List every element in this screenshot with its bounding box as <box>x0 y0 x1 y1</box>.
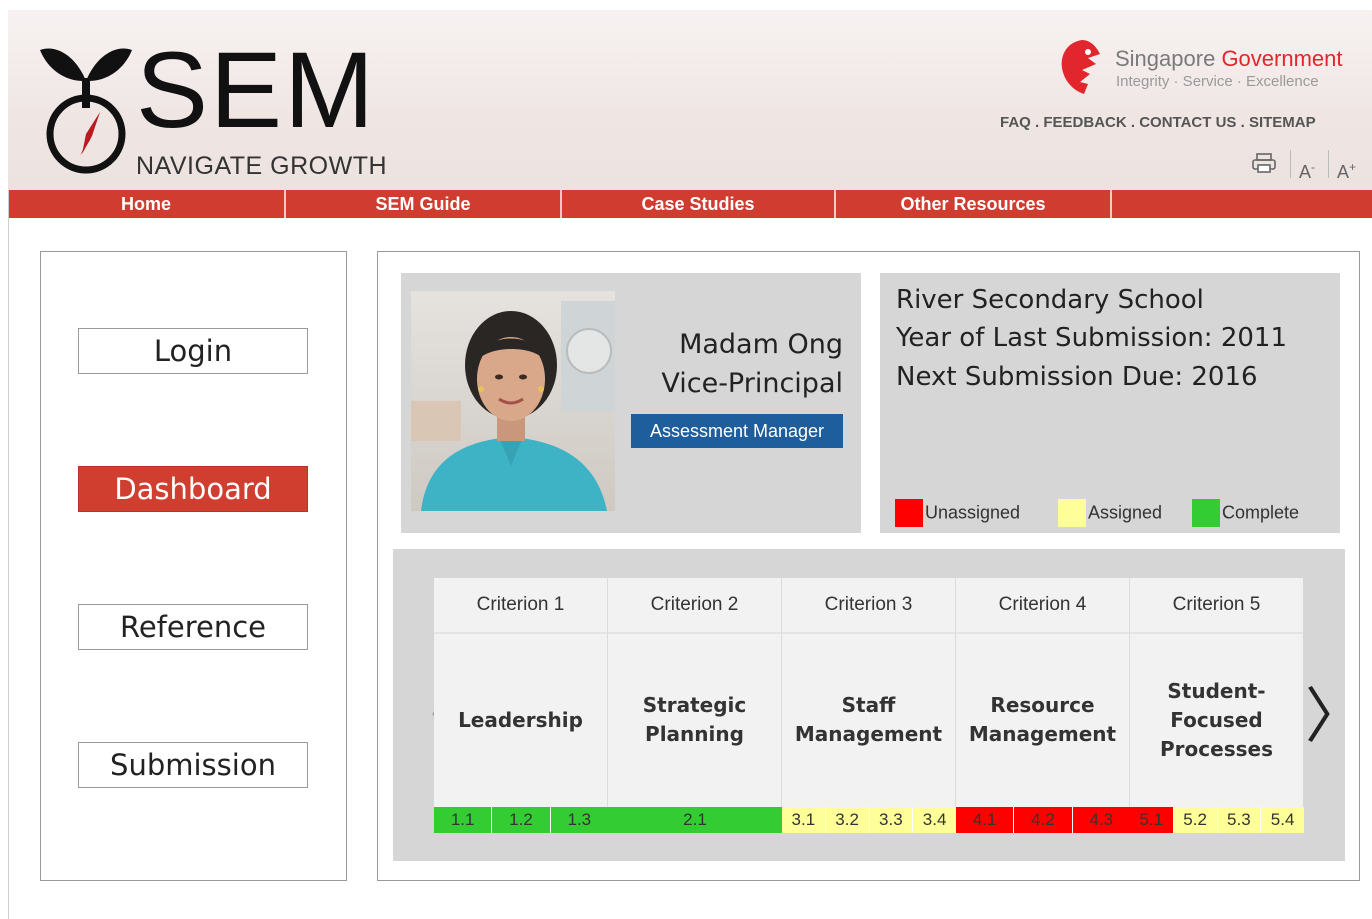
nav-home[interactable]: Home <box>8 190 286 218</box>
decrease-font-mark: - <box>1311 160 1316 174</box>
tool-divider <box>1328 150 1329 178</box>
criterion-header: Criterion 4 <box>956 578 1129 634</box>
criterion-name[interactable]: Student- Focused Processes <box>1130 634 1303 806</box>
sub-criterion-unassigned[interactable]: 4.2 <box>1014 807 1073 833</box>
criterion-name[interactable]: Resource Management <box>956 634 1129 806</box>
sub-criteria-status-bar: 5.1 5.2 5.3 5.4 <box>1130 807 1304 833</box>
increase-font-mark: + <box>1349 160 1357 174</box>
criterion-column: Criterion 5 Student- Focused Processes 5.1… <box>1130 578 1304 833</box>
criterion-header: Criterion 2 <box>608 578 781 634</box>
logo-wordmark: SEM <box>136 29 377 150</box>
criteria-carousel: 〈 Criterion 1 Leadership 1.1 1.2 1.3 Criterio… <box>393 549 1365 861</box>
school-name: River Secondary School <box>896 285 1204 315</box>
sub-criteria-status-bar: 3.1 3.2 3.3 3.4 <box>782 807 956 833</box>
person-title: Vice-Principal <box>661 368 843 399</box>
sub-criterion-unassigned[interactable]: 4.3 <box>1072 807 1130 833</box>
legend-complete: Complete <box>1192 499 1299 527</box>
sub-criterion-assigned[interactable]: 5.3 <box>1217 807 1262 833</box>
next-submission-due: Next Submission Due: 2016 <box>896 362 1258 392</box>
faq-link[interactable]: FAQ <box>1000 114 1031 131</box>
legend-swatch-green <box>1192 499 1220 527</box>
school-info-card: River Secondary School Year of Last Subm… <box>880 273 1340 533</box>
dashboard-panel: Madam Ong Vice-Principal Assessment Mana… <box>377 251 1365 881</box>
sub-criterion-complete[interactable]: 1.1 <box>434 807 493 833</box>
nav-empty-slot <box>1112 190 1372 218</box>
link-separator: . <box>1240 114 1245 131</box>
contact-us-link[interactable]: CONTACT US <box>1139 114 1236 131</box>
government-tagline: Integrity · Service · Excellence <box>1116 73 1319 90</box>
sub-criterion-complete[interactable]: 2.1 <box>608 807 782 833</box>
government-name-part-2: Government <box>1221 46 1343 71</box>
reference-button[interactable]: Reference <box>78 604 308 650</box>
chevron-right-icon[interactable]: 〉 <box>1305 687 1365 747</box>
criterion-header: Criterion 5 <box>1130 578 1303 634</box>
government-name: Singapore Government <box>1115 46 1343 72</box>
criteria-grid: Criterion 1 Leadership 1.1 1.2 1.3 Criterion … <box>434 578 1305 833</box>
profile-photo <box>411 291 615 511</box>
singapore-lion-head-icon <box>1061 40 1100 94</box>
criterion-column: Criterion 3 Staff Management 3.1 3.2 3.3 3.4 <box>782 578 956 833</box>
role-badge: Assessment Manager <box>631 414 843 448</box>
government-name-part-1: Singapore <box>1115 46 1216 71</box>
utility-links: FAQ . FEEDBACK . CONTACT US . SITEMAP <box>1000 114 1316 131</box>
legend-swatch-red <box>895 499 923 527</box>
sub-criterion-assigned[interactable]: 5.4 <box>1261 807 1304 833</box>
person-name: Madam Ong <box>679 329 843 360</box>
sub-criteria-status-bar: 1.1 1.2 1.3 <box>434 807 608 833</box>
sub-criterion-assigned[interactable]: 3.4 <box>913 807 956 833</box>
main-navigation: Home SEM Guide Case Studies Other Resour… <box>8 190 1372 218</box>
printer-icon[interactable] <box>1251 152 1277 174</box>
legend-unassigned: Unassigned <box>895 499 1020 527</box>
nav-sem-guide[interactable]: SEM Guide <box>286 190 562 218</box>
sub-criterion-assigned[interactable]: 3.3 <box>869 807 914 833</box>
login-button[interactable]: Login <box>78 328 308 374</box>
criterion-name[interactable]: Strategic Planning <box>608 634 781 806</box>
decrease-font-size-button[interactable]: A- <box>1299 160 1315 183</box>
sem-compass-logo-icon <box>40 48 132 174</box>
submission-button[interactable]: Submission <box>78 742 308 788</box>
profile-card: Madam Ong Vice-Principal Assessment Mana… <box>401 273 861 533</box>
sub-criteria-status-bar: 4.1 4.2 4.3 <box>956 807 1130 833</box>
profile-portrait-illustration <box>411 301 615 511</box>
nav-other-resources[interactable]: Other Resources <box>836 190 1112 218</box>
sub-criterion-unassigned[interactable]: 5.1 <box>1130 807 1174 833</box>
site-header: SEM NAVIGATE GROWTH Singapore Government… <box>8 10 1372 190</box>
tool-divider <box>1290 150 1291 178</box>
sub-criterion-complete[interactable]: 1.3 <box>550 807 608 833</box>
sub-criterion-unassigned[interactable]: 4.1 <box>956 807 1015 833</box>
legend-assigned: Assigned <box>1058 499 1162 527</box>
criterion-name[interactable]: Staff Management <box>782 634 955 806</box>
last-submission-year: Year of Last Submission: 2011 <box>896 323 1287 353</box>
sub-criterion-assigned[interactable]: 3.2 <box>825 807 870 833</box>
legend-label: Assigned <box>1088 502 1163 523</box>
legend-swatch-yellow <box>1058 499 1086 527</box>
criterion-name[interactable]: Leadership <box>434 634 607 806</box>
criterion-header: Criterion 1 <box>434 578 607 634</box>
sitemap-link[interactable]: SITEMAP <box>1249 114 1316 131</box>
logo-tagline: NAVIGATE GROWTH <box>136 152 388 180</box>
sub-criteria-status-bar: 2.1 <box>608 807 782 833</box>
link-separator: . <box>1130 114 1136 131</box>
increase-font-letter: A <box>1337 162 1350 182</box>
nav-case-studies[interactable]: Case Studies <box>562 190 836 218</box>
criterion-header: Criterion 3 <box>782 578 955 634</box>
sub-criterion-assigned[interactable]: 5.2 <box>1173 807 1218 833</box>
sidebar: Login Dashboard Reference Submission <box>40 251 347 881</box>
page-left-border <box>8 190 9 919</box>
increase-font-size-button[interactable]: A+ <box>1337 160 1356 183</box>
criterion-column: Criterion 4 Resource Management 4.1 4.2 4.3 <box>956 578 1130 833</box>
criterion-column: Criterion 1 Leadership 1.1 1.2 1.3 <box>434 578 608 833</box>
link-separator: . <box>1035 114 1040 131</box>
legend-label: Unassigned <box>925 502 1021 523</box>
sub-criterion-complete[interactable]: 1.2 <box>492 807 551 833</box>
feedback-link[interactable]: FEEDBACK <box>1043 114 1126 131</box>
dashboard-button[interactable]: Dashboard <box>78 466 308 512</box>
criterion-column: Criterion 2 Strategic Planning 2.1 <box>608 578 782 833</box>
sub-criterion-assigned[interactable]: 3.1 <box>782 807 826 833</box>
decrease-font-letter: A <box>1299 162 1312 182</box>
legend-label: Complete <box>1222 502 1300 523</box>
